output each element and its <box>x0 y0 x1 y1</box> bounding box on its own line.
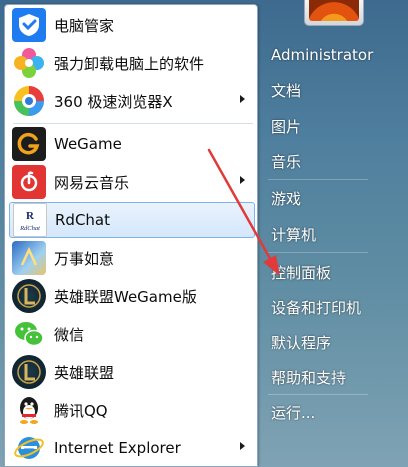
annotation-arrow-icon <box>207 148 280 276</box>
